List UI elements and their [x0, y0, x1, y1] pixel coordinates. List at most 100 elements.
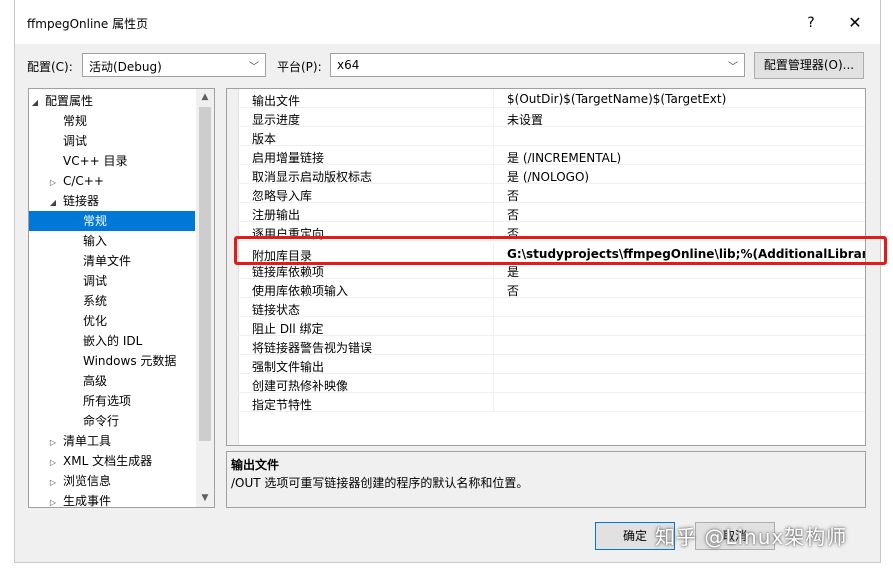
column-divider[interactable] — [493, 336, 494, 355]
tree-item[interactable]: ◢ 链接器 — [29, 191, 195, 211]
tree-item-label: 命令行 — [83, 414, 120, 428]
column-divider[interactable] — [493, 89, 494, 108]
property-value[interactable]: 否 — [507, 206, 519, 223]
property-value[interactable]: 是 (/NOLOGO) — [507, 168, 589, 185]
expand-toggle-icon[interactable]: ▷ — [47, 173, 59, 193]
tree-item-label: 优化 — [83, 314, 108, 328]
expand-toggle-icon[interactable]: ◢ — [29, 93, 41, 113]
property-value[interactable]: 是 — [507, 263, 519, 280]
column-divider[interactable] — [493, 317, 494, 336]
property-row[interactable]: 忽略导入库 否 — [238, 184, 865, 204]
tree-item-label: 清单文件 — [83, 254, 132, 268]
tree-item[interactable]: 常规 — [29, 211, 195, 231]
property-row[interactable]: 指定节特性 — [238, 393, 865, 412]
property-name: 输出文件 — [252, 94, 301, 108]
tree-item[interactable]: 调试 — [29, 131, 195, 151]
expand-toggle-icon[interactable]: ▷ — [47, 453, 59, 473]
column-divider[interactable] — [493, 279, 494, 298]
property-value[interactable]: 是 (/INCREMENTAL) — [507, 149, 621, 166]
tree-item[interactable]: ◢ 配置属性 — [29, 91, 195, 111]
description-panel: 输出文件 /OUT 选项可重写链接器创建的程序的默认名称和位置。 — [226, 451, 866, 508]
property-row[interactable]: 强制文件输出 — [238, 355, 865, 374]
column-divider[interactable] — [493, 165, 494, 184]
property-row[interactable]: 输出文件 $(OutDir)$(TargetName)$(TargetExt) — [238, 89, 865, 108]
column-divider[interactable] — [493, 108, 494, 127]
column-divider[interactable] — [493, 374, 494, 393]
description-text: /OUT 选项可重写链接器创建的程序的默认名称和位置。 — [231, 476, 529, 490]
property-name: 注册输出 — [252, 208, 301, 222]
expand-toggle-icon[interactable]: ▷ — [47, 433, 59, 453]
tree-item[interactable]: 清单文件 — [29, 251, 195, 271]
property-row[interactable]: 将链接器警告视为错误 — [238, 336, 865, 355]
property-value[interactable]: $(OutDir)$(TargetName)$(TargetExt) — [507, 92, 726, 106]
column-divider[interactable] — [493, 146, 494, 165]
configuration-dropdown[interactable]: 活动(Debug) ﹀ — [82, 53, 266, 77]
tree-item[interactable]: ▷ C/C++ — [29, 171, 195, 191]
category-tree[interactable]: ◢ 配置属性 常规 调试 VC++ 目录 ▷ C/C++ ◢ 链接器 常规 输入 清单文件 调试 系统 优化… — [28, 88, 215, 508]
column-divider[interactable] — [493, 184, 494, 203]
property-row[interactable]: 启用增量链接 是 (/INCREMENTAL) — [238, 146, 865, 166]
column-divider[interactable] — [493, 127, 494, 146]
property-value[interactable]: 未设置 — [507, 111, 543, 128]
tree-item[interactable]: 输入 — [29, 231, 195, 251]
tree-item-label: 链接器 — [63, 194, 100, 208]
property-row[interactable]: 链接状态 — [238, 298, 865, 317]
description-title: 输出文件 — [231, 458, 280, 472]
configuration-manager-button[interactable]: 配置管理器(O)... — [754, 52, 864, 79]
tree-item[interactable]: 系统 — [29, 291, 195, 311]
expand-toggle-icon[interactable]: ◢ — [47, 193, 59, 213]
property-row[interactable]: 注册输出 否 — [238, 203, 865, 223]
tree-item-label: 调试 — [63, 134, 88, 148]
property-value[interactable]: 否 — [507, 282, 519, 299]
column-divider[interactable] — [493, 393, 494, 412]
tree-item-label: 输入 — [83, 234, 108, 248]
tree-item[interactable]: ▷ XML 文档生成器 — [29, 451, 195, 471]
property-name: 忽略导入库 — [252, 189, 313, 203]
scroll-thumb[interactable] — [199, 107, 211, 441]
property-name: 强制文件输出 — [252, 360, 325, 374]
property-name: 链接状态 — [252, 303, 301, 317]
tree-item[interactable]: 所有选项 — [29, 391, 195, 411]
expand-toggle-icon[interactable]: ▷ — [47, 493, 59, 507]
scroll-up-icon[interactable]: ▲ — [196, 89, 214, 106]
tree-item-label: 浏览信息 — [63, 474, 112, 488]
property-row[interactable]: 显示进度 未设置 — [238, 108, 865, 128]
tree-item[interactable]: ▷ 清单工具 — [29, 431, 195, 451]
property-value[interactable]: 否 — [507, 187, 519, 204]
help-button[interactable]: ? — [801, 13, 821, 33]
tree-item[interactable]: Windows 元数据 — [29, 351, 195, 371]
platform-label: 平台(P): — [277, 60, 322, 74]
property-row[interactable]: 创建可热修补映像 — [238, 374, 865, 393]
column-divider[interactable] — [493, 203, 494, 222]
tree-item[interactable]: 命令行 — [29, 411, 195, 431]
expand-toggle-icon[interactable]: ▷ — [47, 473, 59, 493]
property-row[interactable]: 阻止 Dll 绑定 — [238, 317, 865, 336]
property-name: 启用增量链接 — [252, 151, 325, 165]
tree-item-label: 高级 — [83, 374, 108, 388]
property-grid[interactable]: 输出文件 $(OutDir)$(TargetName)$(TargetExt) 显示… — [226, 88, 866, 446]
platform-dropdown[interactable]: x64 ﹀ — [330, 53, 745, 77]
tree-scrollbar[interactable]: ▲ ▼ — [196, 89, 214, 507]
property-row[interactable]: 版本 — [238, 127, 865, 146]
property-name: 创建可热修补映像 — [252, 379, 349, 393]
tree-item-label: 常规 — [83, 214, 108, 228]
close-button[interactable]: ✕ — [845, 13, 865, 33]
tree-item[interactable]: 常规 — [29, 111, 195, 131]
tree-item[interactable]: ▷ 生成事件 — [29, 491, 195, 508]
property-row[interactable]: 使用库依赖项输入 否 — [238, 279, 865, 299]
tree-item[interactable]: 调试 — [29, 271, 195, 291]
property-row[interactable]: 取消显示启动版权标志 是 (/NOLOGO) — [238, 165, 865, 185]
tree-item[interactable]: 优化 — [29, 311, 195, 331]
tree-item[interactable]: 高级 — [29, 371, 195, 391]
property-name: 显示进度 — [252, 113, 301, 127]
tree-item[interactable]: ▷ 浏览信息 — [29, 471, 195, 491]
column-divider[interactable] — [493, 355, 494, 374]
column-divider[interactable] — [493, 298, 494, 317]
property-name: 取消显示启动版权标志 — [252, 170, 373, 184]
window-title: ffmpegOnline 属性页 — [27, 17, 149, 31]
chevron-down-icon: ﹀ — [249, 62, 259, 73]
tree-item[interactable]: 嵌入的 IDL — [29, 331, 195, 351]
tree-item[interactable]: VC++ 目录 — [29, 151, 195, 171]
scroll-down-icon[interactable]: ▼ — [196, 490, 214, 507]
tree-item-label: 生成事件 — [63, 494, 112, 508]
